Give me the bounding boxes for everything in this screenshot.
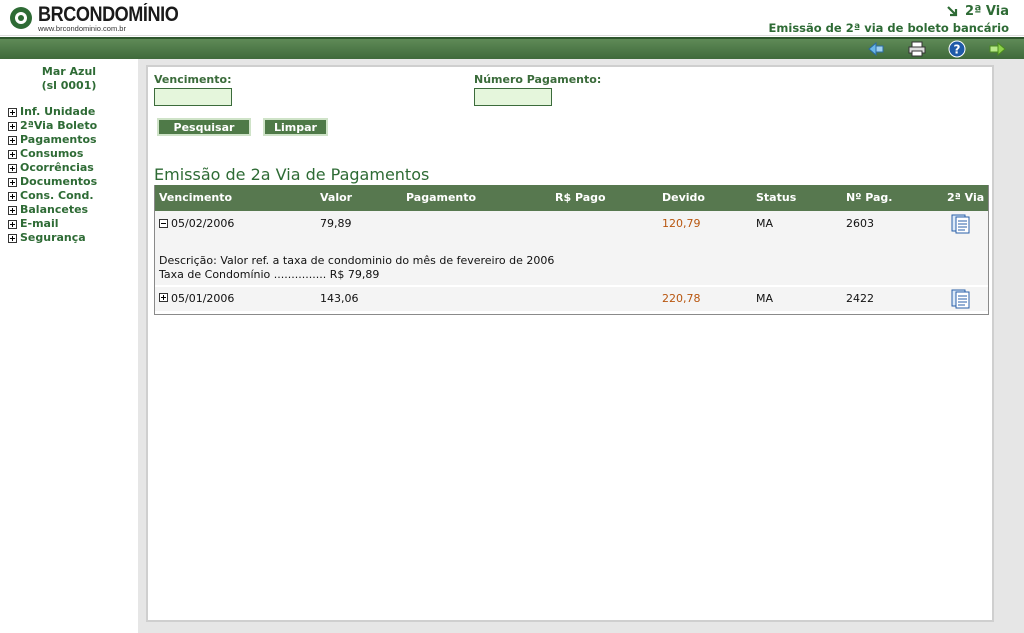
- page-title: 2ª Via: [965, 4, 1009, 19]
- forward-arrow-icon: [989, 41, 1006, 57]
- expand-icon: [8, 135, 17, 145]
- column-header-status[interactable]: Status: [756, 185, 796, 211]
- forward-button[interactable]: [987, 40, 1007, 58]
- column-header-devido[interactable]: Devido: [662, 185, 705, 211]
- brcondominio-logo[interactable]: BRCONDOMÍNIO www.brcondominio.com.br: [10, 3, 201, 33]
- printer-icon: [908, 41, 926, 57]
- column-header-2a-via[interactable]: 2ª Via: [947, 185, 984, 211]
- cell-vencimento: 05/02/2006: [171, 217, 235, 230]
- sidebar-item-documentos[interactable]: Documentos: [8, 175, 97, 189]
- sidebar-item-2via-boleto[interactable]: 2ªVia Boleto: [8, 119, 97, 133]
- sidebar-item-label: Pagamentos: [20, 133, 97, 146]
- expand-icon: [8, 219, 17, 229]
- sidebar-item-label: Cons. Cond.: [20, 189, 94, 202]
- logo-url: www.brcondominio.com.br: [38, 24, 126, 33]
- expand-icon[interactable]: [159, 293, 168, 302]
- column-header-vencimento[interactable]: Vencimento: [159, 185, 232, 211]
- table-header: Vencimento Valor Pagamento R$ Pago Devid…: [155, 185, 988, 211]
- logo-name: BRCONDOMÍNIO: [38, 3, 179, 26]
- sidebar-item-email[interactable]: E-mail: [8, 217, 97, 231]
- expand-icon: [8, 121, 17, 131]
- unit-code: (sl 0001): [41, 79, 97, 92]
- vencimento-label: Vencimento:: [154, 73, 232, 86]
- main-area: Vencimento: Número Pagamento: Pesquisar …: [138, 59, 1024, 633]
- sidebar-item-label: E-mail: [20, 217, 59, 230]
- expand-icon: [8, 177, 17, 187]
- svg-text:?: ?: [954, 43, 961, 57]
- diagonal-arrow-icon: [947, 5, 958, 16]
- back-button[interactable]: [867, 40, 887, 58]
- print-button[interactable]: [907, 40, 927, 58]
- sidebar-item-ocorrencias[interactable]: Ocorrências: [8, 161, 97, 175]
- sidebar-item-seguranca[interactable]: Segurança: [8, 231, 97, 245]
- table-row: 05/01/2006 143,06 220,78 MA 2422: [155, 287, 988, 311]
- sidebar-item-cons-cond[interactable]: Cons. Cond.: [8, 189, 97, 203]
- column-header-pagamento[interactable]: Pagamento: [406, 185, 476, 211]
- cell-valor: 143,06: [320, 292, 359, 305]
- cell-status: MA: [756, 217, 774, 230]
- help-icon: ?: [948, 40, 966, 58]
- sidebar-item-consumos[interactable]: Consumos: [8, 147, 97, 161]
- cell-devido: 120,79: [662, 217, 701, 230]
- cell-num-pag: 2603: [846, 217, 874, 230]
- column-header-rs-pago[interactable]: R$ Pago: [555, 185, 606, 211]
- payments-table: Vencimento Valor Pagamento R$ Pago Devid…: [154, 185, 989, 315]
- sidebar-item-label: Ocorrências: [20, 161, 94, 174]
- cell-vencimento: 05/01/2006: [171, 292, 235, 305]
- pesquisar-button[interactable]: Pesquisar: [157, 118, 251, 136]
- back-arrow-icon: [868, 41, 884, 57]
- sidebar-item-balancetes[interactable]: Balancetes: [8, 203, 97, 217]
- document-icon[interactable]: [951, 214, 971, 234]
- sidebar-item-label: Inf. Unidade: [20, 105, 96, 118]
- table-row: 05/02/2006 79,89 120,79 MA 2603 Descriçã…: [155, 211, 988, 285]
- sidebar-item-label: Segurança: [20, 231, 86, 244]
- sidebar-item-inf-unidade[interactable]: Inf. Unidade: [8, 105, 97, 119]
- sidebar-menu: Inf. Unidade 2ªVia Boleto Pagamentos Con…: [8, 105, 97, 245]
- unit-name: Mar Azul: [41, 65, 97, 78]
- column-header-valor[interactable]: Valor: [320, 185, 352, 211]
- collapse-icon[interactable]: [159, 219, 168, 228]
- row-description: Descrição: Valor ref. a taxa de condomin…: [159, 254, 555, 267]
- row-detail: Taxa de Condomínio ............... R$ 79…: [159, 268, 380, 281]
- app-header: BRCONDOMÍNIO www.brcondominio.com.br 2ª …: [0, 0, 1024, 36]
- unit-info: Mar Azul (sl 0001): [0, 65, 138, 93]
- cell-status: MA: [756, 292, 774, 305]
- sidebar-item-label: 2ªVia Boleto: [20, 119, 98, 132]
- expand-icon: [8, 205, 17, 215]
- expand-icon: [8, 107, 17, 117]
- sidebar-item-label: Balancetes: [20, 203, 89, 216]
- document-icon[interactable]: [951, 289, 971, 309]
- sidebar-item-label: Documentos: [20, 175, 98, 188]
- vencimento-input[interactable]: [154, 88, 232, 106]
- cell-valor: 79,89: [320, 217, 352, 230]
- expand-icon: [8, 191, 17, 201]
- limpar-button[interactable]: Limpar: [263, 118, 328, 136]
- cell-devido: 220,78: [662, 292, 701, 305]
- page-subtitle: Emissão de 2ª via de boleto bancário: [768, 21, 1009, 35]
- numero-pagamento-label: Número Pagamento:: [474, 73, 602, 86]
- sidebar: Mar Azul (sl 0001) Inf. Unidade 2ªVia Bo…: [0, 59, 138, 633]
- help-button[interactable]: ?: [947, 40, 967, 58]
- content-panel: Vencimento: Número Pagamento: Pesquisar …: [146, 65, 994, 622]
- expand-icon: [8, 163, 17, 173]
- page-heading: 2ª Via Emissão de 2ª via de boleto bancá…: [769, 4, 1009, 35]
- sidebar-item-pagamentos[interactable]: Pagamentos: [8, 133, 97, 147]
- sidebar-item-label: Consumos: [20, 147, 84, 160]
- expand-icon: [8, 233, 17, 243]
- results-title: Emissão de 2a Via de Pagamentos: [154, 165, 430, 184]
- expand-icon: [8, 149, 17, 159]
- logo-mark-icon: [10, 7, 32, 29]
- column-header-num-pag[interactable]: Nº Pag.: [846, 185, 892, 211]
- numero-pagamento-input[interactable]: [474, 88, 552, 106]
- cell-num-pag: 2422: [846, 292, 874, 305]
- toolbar: ?: [0, 37, 1024, 59]
